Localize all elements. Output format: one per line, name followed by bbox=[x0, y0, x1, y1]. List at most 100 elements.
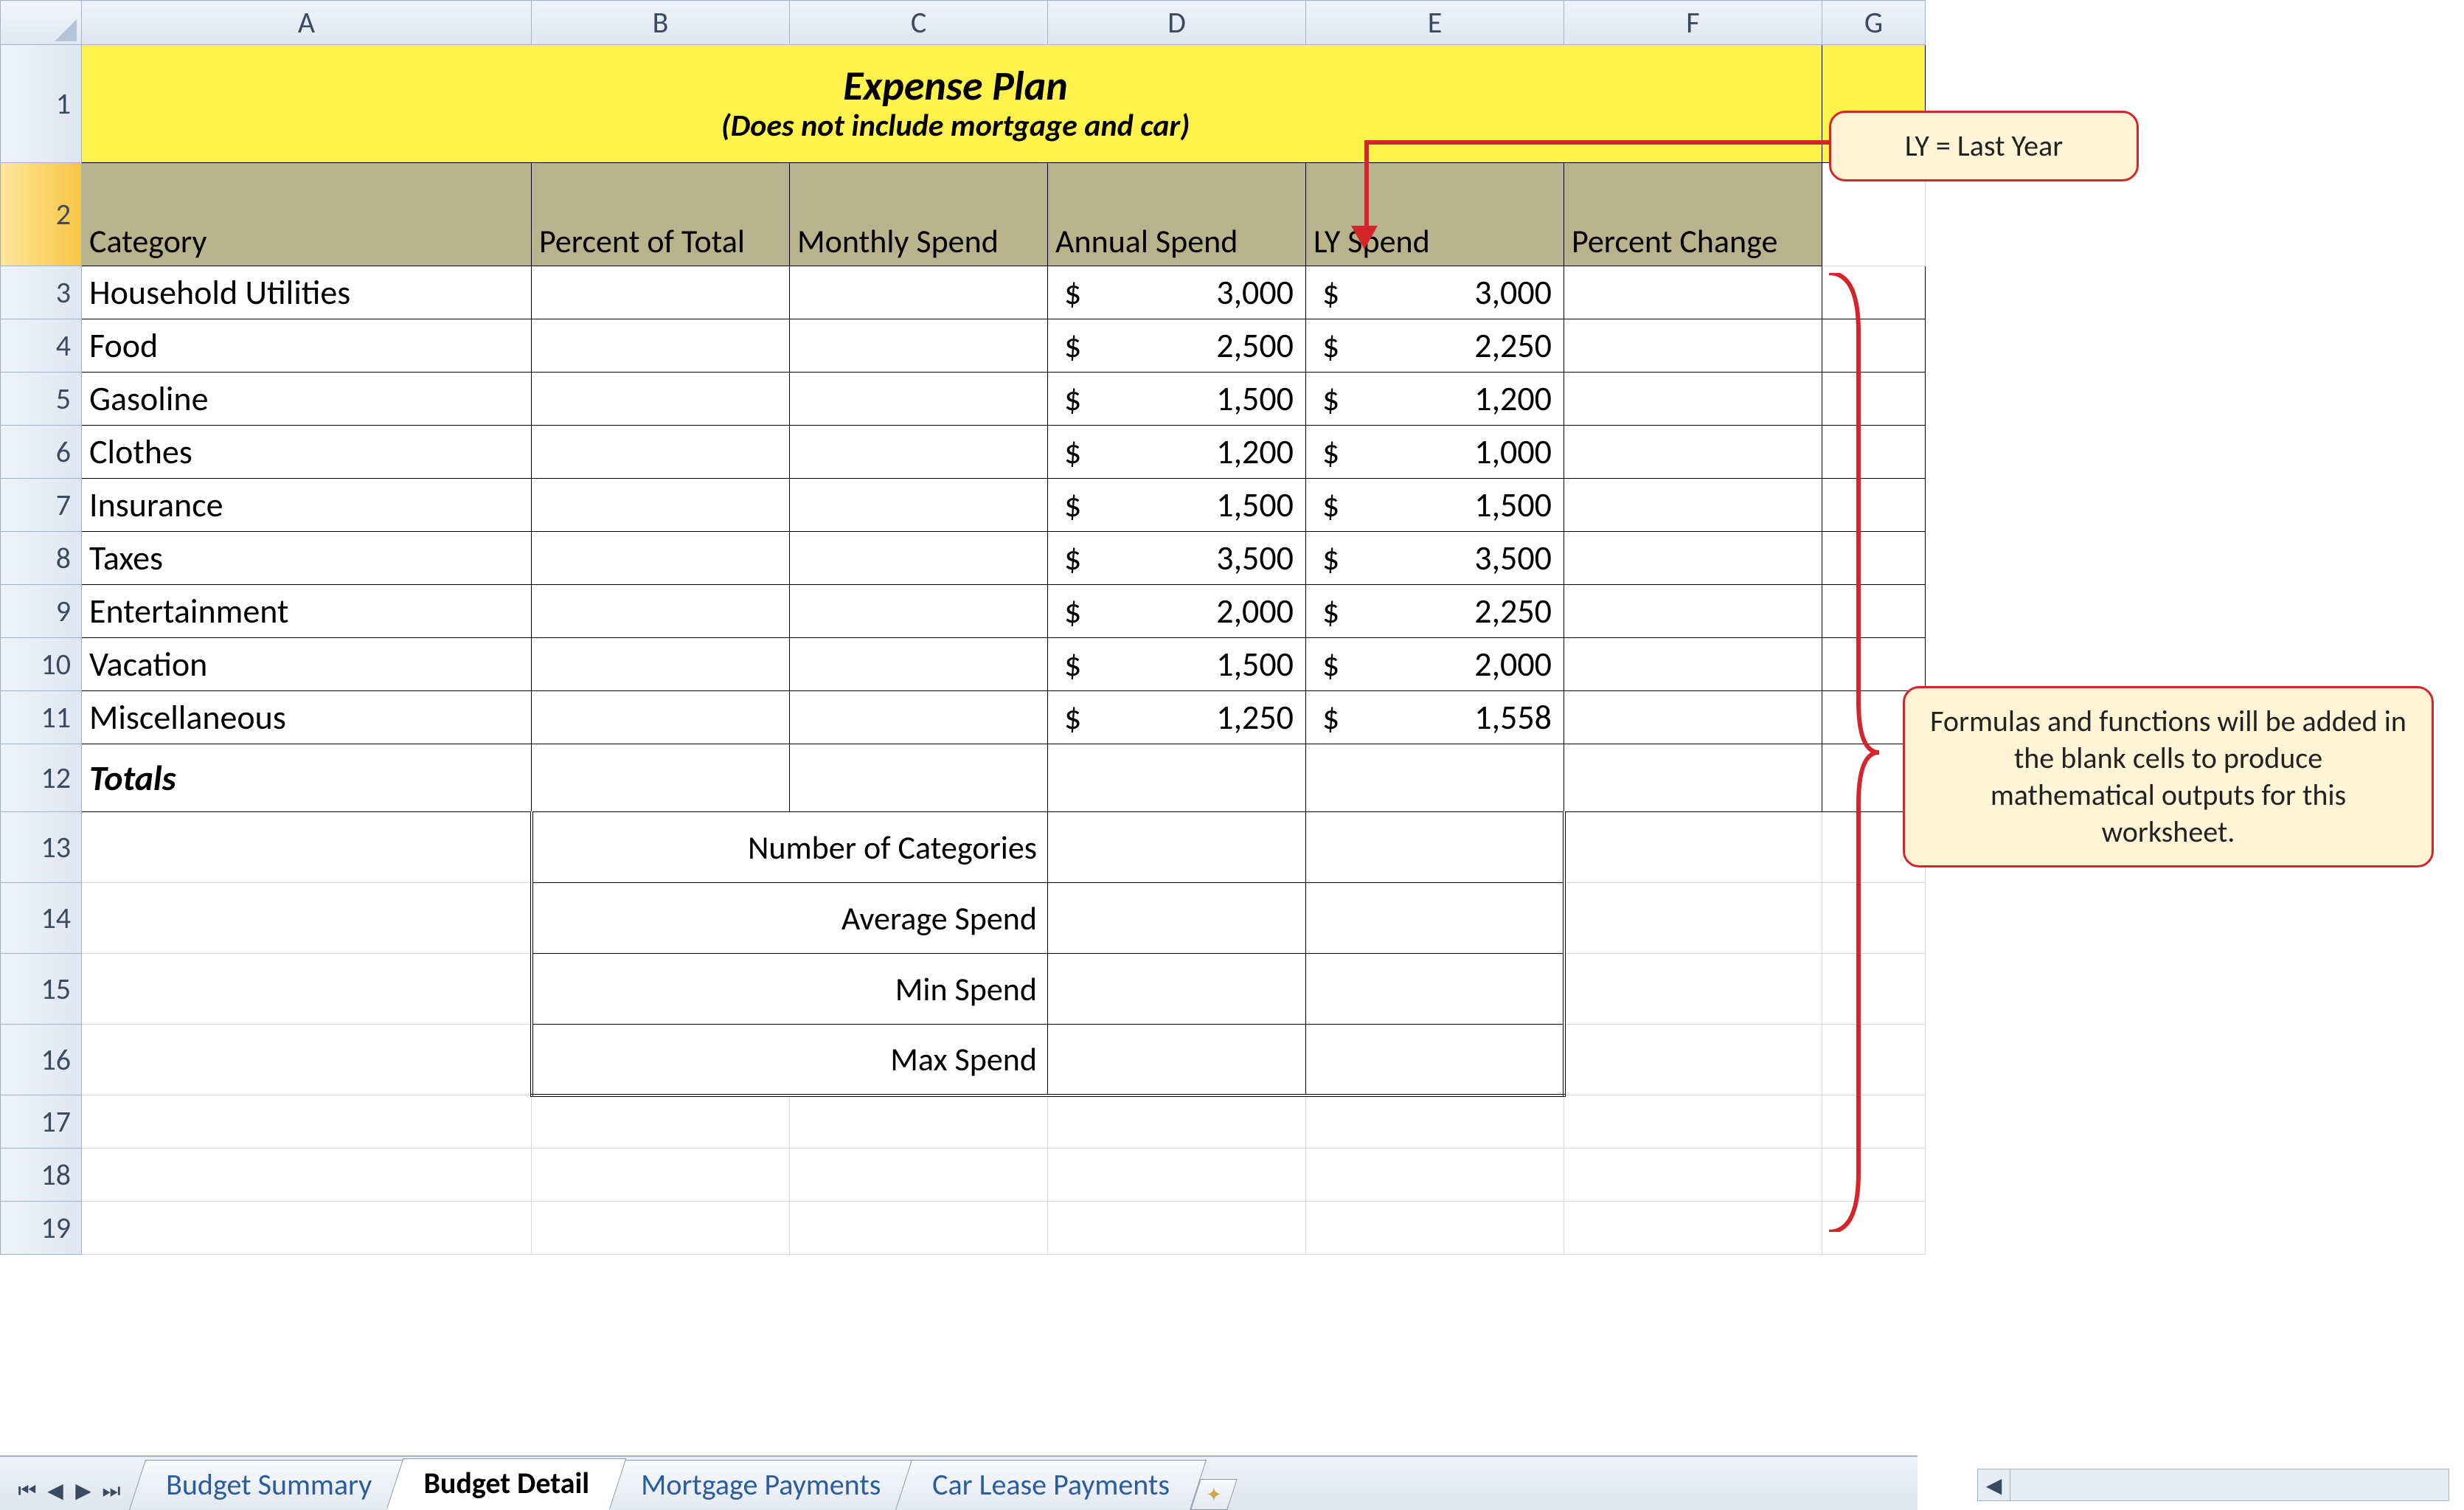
cell-annual-spend[interactable]: $1,500 bbox=[1048, 373, 1306, 426]
horizontal-scrollbar[interactable]: ◀ bbox=[1977, 1469, 2449, 1501]
totals-annual[interactable] bbox=[1048, 744, 1306, 812]
cell-annual-spend[interactable]: $2,000 bbox=[1048, 585, 1306, 638]
cell-annual-spend[interactable]: $2,500 bbox=[1048, 319, 1306, 373]
stat-val-avg-spend-d[interactable] bbox=[1048, 883, 1306, 954]
cell-monthly-spend[interactable] bbox=[790, 266, 1048, 319]
col-header-A[interactable]: A bbox=[82, 1, 532, 45]
cell-ly-spend[interactable]: $2,250 bbox=[1306, 319, 1564, 373]
sheet-tab-car-lease-payments[interactable]: Car Lease Payments bbox=[895, 1460, 1207, 1510]
totals-monthly[interactable] bbox=[790, 744, 1048, 812]
col-header-C[interactable]: C bbox=[790, 1, 1048, 45]
row-header-14[interactable]: 14 bbox=[1, 883, 82, 954]
cell-ly-spend[interactable]: $1,200 bbox=[1306, 373, 1564, 426]
row-header-1[interactable]: 1 bbox=[1, 45, 82, 163]
tab-nav-first-icon[interactable]: ⏮ bbox=[15, 1478, 40, 1503]
row-header-4[interactable]: 4 bbox=[1, 319, 82, 373]
cell-category[interactable]: Gasoline bbox=[82, 373, 532, 426]
header-ly-spend[interactable]: LY Spend bbox=[1306, 163, 1564, 266]
cell-category[interactable]: Clothes bbox=[82, 426, 532, 479]
cell-percent-total[interactable] bbox=[532, 319, 790, 373]
row-header-19[interactable]: 19 bbox=[1, 1202, 82, 1255]
spreadsheet-grid[interactable]: A B C D E F G 1 Expense Plan (Does not i… bbox=[0, 0, 1926, 1255]
stat-val-max-spend-e[interactable] bbox=[1306, 1025, 1564, 1095]
cell-category[interactable]: Miscellaneous bbox=[82, 691, 532, 744]
cell-ly-spend[interactable]: $2,250 bbox=[1306, 585, 1564, 638]
cell-ly-spend[interactable]: $3,000 bbox=[1306, 266, 1564, 319]
stat-label-num-categories[interactable]: Number of Categories bbox=[532, 812, 1048, 883]
cell-percent-change[interactable] bbox=[1564, 266, 1822, 319]
select-all-corner[interactable] bbox=[1, 1, 82, 45]
annotation-brace-icon bbox=[1822, 273, 1881, 1232]
tab-nav-next-icon[interactable]: ▶ bbox=[71, 1478, 96, 1503]
header-percent-change[interactable]: Percent Change bbox=[1564, 163, 1822, 266]
row-header-11[interactable]: 11 bbox=[1, 691, 82, 744]
stat-val-num-categories-e[interactable] bbox=[1306, 812, 1564, 883]
row-header-10[interactable]: 10 bbox=[1, 638, 82, 691]
col-header-G[interactable]: G bbox=[1822, 1, 1926, 45]
stat-val-max-spend-d[interactable] bbox=[1048, 1025, 1306, 1095]
header-monthly-spend[interactable]: Monthly Spend bbox=[790, 163, 1048, 266]
cell-annual-spend[interactable]: $3,500 bbox=[1048, 532, 1306, 585]
row-header-15[interactable]: 15 bbox=[1, 954, 82, 1025]
cell-category[interactable]: Household Utilities bbox=[82, 266, 532, 319]
cell-category[interactable]: Insurance bbox=[82, 479, 532, 532]
stat-label-avg-spend[interactable]: Average Spend bbox=[532, 883, 1048, 954]
row-header-8[interactable]: 8 bbox=[1, 532, 82, 585]
sheet-tab-budget-detail[interactable]: Budget Detail bbox=[386, 1458, 626, 1510]
cell-monthly-spend[interactable] bbox=[790, 319, 1048, 373]
stat-label-min-spend[interactable]: Min Spend bbox=[532, 954, 1048, 1025]
cell-annual-spend[interactable]: $1,250 bbox=[1048, 691, 1306, 744]
cell-percent-total[interactable] bbox=[532, 266, 790, 319]
cell-category[interactable]: Entertainment bbox=[82, 585, 532, 638]
ly-value: 3,000 bbox=[1474, 272, 1552, 314]
cell-percent-change[interactable] bbox=[1564, 319, 1822, 373]
stat-val-min-spend-e[interactable] bbox=[1306, 954, 1564, 1025]
row-header-2[interactable]: 2 bbox=[1, 163, 82, 266]
col-header-D[interactable]: D bbox=[1048, 1, 1306, 45]
cell-ly-spend[interactable]: $1,500 bbox=[1306, 479, 1564, 532]
row-header-3[interactable]: 3 bbox=[1, 266, 82, 319]
cell-annual-spend[interactable]: $1,500 bbox=[1048, 638, 1306, 691]
row-header-9[interactable]: 9 bbox=[1, 585, 82, 638]
row-header-6[interactable]: 6 bbox=[1, 426, 82, 479]
cell-ly-spend[interactable]: $1,558 bbox=[1306, 691, 1564, 744]
tab-nav-last-icon[interactable]: ⏭ bbox=[99, 1478, 124, 1503]
title-cell[interactable]: Expense Plan (Does not include mortgage … bbox=[82, 45, 1822, 163]
row-header-16[interactable]: 16 bbox=[1, 1025, 82, 1095]
cell-category[interactable]: Taxes bbox=[82, 532, 532, 585]
cell-category[interactable]: Food bbox=[82, 319, 532, 373]
stat-val-num-categories-d[interactable] bbox=[1048, 812, 1306, 883]
totals-percent[interactable] bbox=[532, 744, 790, 812]
totals-change[interactable] bbox=[1564, 744, 1822, 812]
stat-val-avg-spend-e[interactable] bbox=[1306, 883, 1564, 954]
header-annual-spend[interactable]: Annual Spend bbox=[1048, 163, 1306, 266]
stat-label-max-spend[interactable]: Max Spend bbox=[532, 1025, 1048, 1095]
tab-nav-prev-icon[interactable]: ◀ bbox=[43, 1478, 68, 1503]
cell-annual-spend[interactable]: $1,200 bbox=[1048, 426, 1306, 479]
tab-nav-buttons: ⏮ ◀ ▶ ⏭ bbox=[10, 1473, 137, 1510]
row-header-18[interactable]: 18 bbox=[1, 1149, 82, 1202]
totals-label[interactable]: Totals bbox=[82, 744, 532, 812]
header-category[interactable]: Category bbox=[82, 163, 532, 266]
sheet-tab-budget-summary[interactable]: Budget Summary bbox=[129, 1460, 409, 1510]
row-header-17[interactable]: 17 bbox=[1, 1095, 82, 1149]
cell-annual-spend[interactable]: $3,000 bbox=[1048, 266, 1306, 319]
totals-ly[interactable] bbox=[1306, 744, 1564, 812]
annotation-formulas-label: Formulas and functions will be added in … bbox=[1903, 686, 2434, 867]
scroll-left-icon[interactable]: ◀ bbox=[1978, 1469, 2010, 1501]
stat-val-min-spend-d[interactable] bbox=[1048, 954, 1306, 1025]
cell-category[interactable]: Vacation bbox=[82, 638, 532, 691]
col-header-E[interactable]: E bbox=[1306, 1, 1564, 45]
cell-ly-spend[interactable]: $1,000 bbox=[1306, 426, 1564, 479]
row-header-12[interactable]: 12 bbox=[1, 744, 82, 812]
cell-annual-spend[interactable]: $1,500 bbox=[1048, 479, 1306, 532]
col-header-B[interactable]: B bbox=[532, 1, 790, 45]
row-header-7[interactable]: 7 bbox=[1, 479, 82, 532]
sheet-tab-mortgage-payments[interactable]: Mortgage Payments bbox=[604, 1460, 917, 1510]
header-percent-total[interactable]: Percent of Total bbox=[532, 163, 790, 266]
row-header-13[interactable]: 13 bbox=[1, 812, 82, 883]
row-header-5[interactable]: 5 bbox=[1, 373, 82, 426]
cell-ly-spend[interactable]: $3,500 bbox=[1306, 532, 1564, 585]
col-header-F[interactable]: F bbox=[1564, 1, 1822, 45]
cell-ly-spend[interactable]: $2,000 bbox=[1306, 638, 1564, 691]
